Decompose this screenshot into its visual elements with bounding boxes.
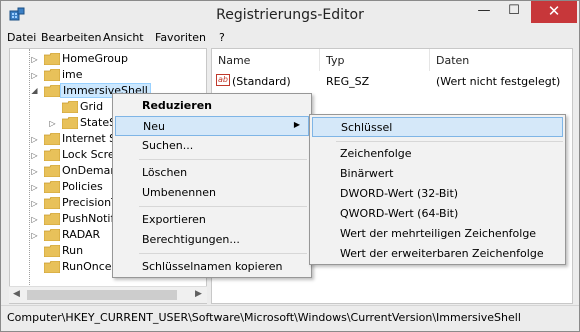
- folder-icon: [44, 197, 60, 209]
- close-button[interactable]: ✕: [531, 1, 577, 23]
- folder-icon: [44, 69, 60, 81]
- title-bar[interactable]: Registrierungs-Editor — ☐ ✕: [1, 1, 579, 29]
- value-type: REG_SZ: [326, 75, 370, 88]
- folder-icon: [62, 117, 78, 129]
- expand-icon[interactable]: ▷: [30, 167, 39, 176]
- submenu-item-expandable-string[interactable]: Wert der erweiterbaren Zeichenfolge: [312, 244, 563, 264]
- context-item-umbenennen[interactable]: Umbenennen: [115, 183, 309, 203]
- folder-icon: [62, 101, 78, 113]
- context-item-berechtigungen[interactable]: Berechtigungen...: [115, 230, 309, 250]
- submenu-arrow-icon: ▶: [293, 120, 300, 129]
- context-item-label: Schlüsselnamen kopieren: [142, 260, 283, 273]
- string-value-icon: ab: [216, 74, 230, 86]
- context-item-label: Neu: [143, 120, 165, 133]
- tree-item-label: HomeGroup: [62, 52, 128, 65]
- folder-icon: [44, 53, 60, 65]
- folder-icon: [44, 165, 60, 177]
- submenu-item-label: DWORD-Wert (32-Bit): [340, 187, 459, 200]
- folder-open-icon: [44, 85, 60, 97]
- tree-item-label: ime: [62, 68, 83, 81]
- context-item-exportieren[interactable]: Exportieren: [115, 210, 309, 230]
- folder-icon: [44, 229, 60, 241]
- submenu-item-dword[interactable]: DWORD-Wert (32-Bit): [312, 184, 563, 204]
- expand-icon[interactable]: ▷: [48, 119, 57, 128]
- submenu-item-label: Zeichenfolge: [340, 147, 412, 160]
- scroll-right-icon[interactable]: ▶: [195, 289, 202, 299]
- value-name: (Standard): [232, 75, 291, 88]
- expand-icon[interactable]: ▷: [30, 215, 39, 224]
- context-item-loeschen[interactable]: Löschen: [115, 163, 309, 183]
- tree-item-label: OnDeman: [62, 164, 118, 177]
- folder-icon: [44, 245, 60, 257]
- submenu-item-label: QWORD-Wert (64-Bit): [340, 207, 459, 220]
- menu-ansicht[interactable]: Ansicht: [103, 31, 144, 44]
- new-submenu: Schlüssel Zeichenfolge Binärwert DWORD-W…: [309, 114, 566, 265]
- value-data: (Wert nicht festgelegt): [436, 75, 561, 88]
- folder-icon: [44, 261, 60, 273]
- submenu-item-label: Wert der erweiterbaren Zeichenfolge: [340, 247, 544, 260]
- tree-horizontal-scrollbar[interactable]: ◀ ▶: [9, 286, 207, 303]
- menu-bar: Datei Bearbeiten Ansicht Favoriten ?: [1, 29, 579, 47]
- context-item-label: Exportieren: [142, 213, 206, 226]
- scrollbar-thumb[interactable]: [27, 290, 177, 300]
- submenu-item-multi-string[interactable]: Wert der mehrteiligen Zeichenfolge: [312, 224, 563, 244]
- folder-icon: [44, 181, 60, 193]
- tree-item-label: Grid: [80, 100, 104, 113]
- submenu-item-binaerwert[interactable]: Binärwert: [312, 164, 563, 184]
- menu-bearbeiten[interactable]: Bearbeiten: [41, 31, 101, 44]
- value-row[interactable]: ab (Standard) REG_SZ (Wert nicht festgel…: [212, 73, 572, 89]
- expand-icon[interactable]: ▷: [30, 55, 39, 64]
- tree-item-label: RunOnce: [62, 260, 112, 273]
- submenu-item-label: Schlüssel: [341, 121, 393, 134]
- column-header-type[interactable]: Typ: [320, 49, 430, 71]
- context-item-suchen[interactable]: Suchen...: [115, 136, 309, 156]
- maximize-button[interactable]: ☐: [499, 1, 529, 23]
- submenu-item-schluessel[interactable]: Schlüssel: [312, 117, 563, 137]
- folder-icon: [44, 213, 60, 225]
- menu-favoriten[interactable]: Favoriten: [155, 31, 206, 44]
- tree-item-label: PushNotif: [62, 212, 115, 225]
- menu-separator: [336, 141, 563, 142]
- expand-icon[interactable]: ▷: [30, 151, 39, 160]
- tree-item-label: PrecisionT: [62, 196, 118, 209]
- expand-icon[interactable]: ▷: [30, 135, 39, 144]
- context-item-label: Suchen...: [142, 139, 194, 152]
- column-header-data[interactable]: Daten: [430, 49, 572, 71]
- context-item-label: Reduzieren: [142, 99, 212, 112]
- expand-icon[interactable]: ▷: [30, 71, 39, 80]
- expand-icon[interactable]: ▷: [30, 183, 39, 192]
- expand-icon[interactable]: ▷: [30, 199, 39, 208]
- context-item-label: Umbenennen: [142, 186, 216, 199]
- context-item-reduzieren[interactable]: Reduzieren: [115, 96, 309, 116]
- menu-datei[interactable]: Datei: [7, 31, 36, 44]
- context-item-label: Löschen: [142, 166, 188, 179]
- submenu-item-label: Binärwert: [340, 167, 394, 180]
- folder-icon: [44, 149, 60, 161]
- folder-icon: [44, 133, 60, 145]
- submenu-item-zeichenfolge[interactable]: Zeichenfolge: [312, 144, 563, 164]
- minimize-button[interactable]: —: [469, 1, 499, 23]
- status-bar: Computer\HKEY_CURRENT_USER\Software\Micr…: [1, 305, 579, 331]
- submenu-item-qword[interactable]: QWORD-Wert (64-Bit): [312, 204, 563, 224]
- menu-separator: [139, 206, 307, 207]
- context-menu: Reduzieren Neu ▶ Suchen... Löschen Umben…: [112, 93, 312, 278]
- status-path: Computer\HKEY_CURRENT_USER\Software\Micr…: [7, 311, 521, 324]
- menu-separator: [139, 159, 307, 160]
- menu-separator: [139, 253, 307, 254]
- collapse-icon[interactable]: ◢: [30, 86, 39, 95]
- context-item-schluesselnamen-kopieren[interactable]: Schlüsselnamen kopieren: [115, 257, 309, 277]
- expand-icon[interactable]: ▷: [30, 231, 39, 240]
- submenu-item-label: Wert der mehrteiligen Zeichenfolge: [340, 227, 537, 240]
- context-item-neu[interactable]: Neu ▶: [115, 116, 309, 136]
- menu-help[interactable]: ?: [219, 31, 225, 44]
- tree-item-label: Run: [62, 244, 84, 257]
- tree-item-label: RADAR: [62, 228, 101, 241]
- context-item-label: Berechtigungen...: [142, 233, 240, 246]
- tree-item-label: Policies: [62, 180, 103, 193]
- column-header-name[interactable]: Name: [212, 49, 320, 71]
- scroll-left-icon[interactable]: ◀: [13, 289, 20, 299]
